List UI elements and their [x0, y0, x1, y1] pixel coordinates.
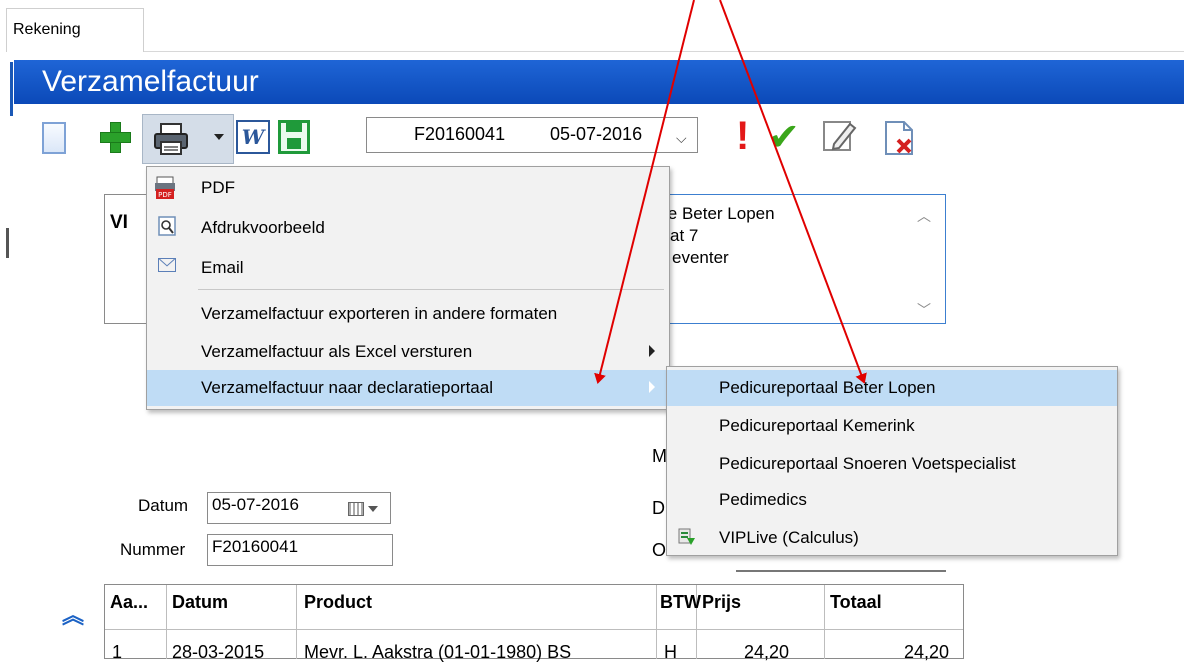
menu-item-afdrukvoorbeeld[interactable]: Afdrukvoorbeeld [147, 210, 669, 246]
alert-button[interactable]: ! [736, 114, 749, 158]
calendar-dropdown-arrow[interactable] [368, 506, 378, 512]
annotation-arrow-submenu [719, 0, 867, 384]
submenu-item-viplive[interactable]: VIPLive (Calculus) [667, 520, 1117, 556]
number-field-value: F20160041 [212, 537, 299, 556]
invoice-select-date: 05-07-2016 [550, 124, 643, 144]
submenu-item-label: Pedicureportaal Snoeren Voetspecialist [719, 454, 1016, 473]
menu-item-declaratieportaal[interactable]: Verzamelfactuur naar declaratieportaal [147, 370, 669, 406]
scroll-down-icon[interactable]: ﹀ [917, 300, 931, 320]
print-preview-icon [158, 216, 176, 236]
address-prefix: VI [110, 212, 128, 233]
email-icon [158, 258, 176, 272]
submenu-item-label: VIPLive (Calculus) [719, 528, 859, 547]
submenu-arrow-icon [649, 381, 655, 393]
table-cell[interactable]: 24,20 [904, 642, 949, 663]
collapse-icon[interactable]: ︽ [62, 598, 84, 630]
table-cell[interactable]: 24,20 [744, 642, 789, 663]
submenu-item-label: Pedimedics [719, 490, 807, 509]
column-header-btw[interactable]: BTW [660, 592, 701, 613]
table-cell[interactable]: H [664, 642, 677, 663]
menu-item-label: Email [201, 258, 244, 277]
save-button[interactable] [278, 120, 310, 154]
column-header-prijs[interactable]: Prijs [702, 592, 741, 613]
date-label: Datum [138, 496, 189, 515]
column-divider [166, 585, 167, 659]
viplive-icon [678, 528, 695, 545]
chevron-down-icon[interactable]: ⌵ [676, 130, 687, 147]
tab-rekening[interactable]: Rekening [6, 8, 144, 52]
submenu-item-kemerink[interactable]: Pedicureportaal Kemerink [667, 408, 1117, 444]
partial-label-d: D [652, 498, 665, 518]
column-header-product[interactable]: Product [304, 592, 372, 613]
submenu-item-label: Pedicureportaal Beter Lopen [719, 378, 936, 397]
submenu-item-pedimedics[interactable]: Pedimedics [667, 482, 1117, 518]
table-cell[interactable]: 28-03-2015 [172, 642, 264, 663]
partial-label-o: O [652, 540, 667, 560]
tab-rekening-label: Rekening [13, 21, 81, 38]
address-line: eventer [672, 248, 729, 267]
address-line: at 7 [670, 226, 699, 245]
table-cell[interactable]: Mevr. L. Aakstra (01-01-1980) BS [304, 642, 571, 663]
word-export-button[interactable]: W [236, 120, 270, 154]
address-line: ie Beter Lopen [664, 204, 775, 223]
number-field[interactable]: F20160041 [207, 534, 393, 566]
submenu-arrow-icon [649, 345, 655, 357]
menu-item-label: Afdrukvoorbeeld [201, 218, 325, 237]
delete-document-icon[interactable] [880, 118, 920, 158]
new-document-button[interactable] [42, 122, 66, 154]
print-dropdown-arrow[interactable] [214, 134, 224, 140]
calendar-icon[interactable] [348, 502, 364, 516]
submenu-item-snoeren[interactable]: Pedicureportaal Snoeren Voetspecialist [667, 446, 1117, 482]
printer-icon[interactable] [152, 122, 192, 156]
menu-item-label: Verzamelfactuur als Excel versturen [201, 342, 473, 361]
invoice-select-number: F20160041 [414, 124, 506, 144]
add-button[interactable] [98, 120, 132, 154]
left-splitter[interactable] [6, 228, 9, 258]
column-header-aantal[interactable]: Aa... [110, 592, 148, 613]
partial-label-m: M [652, 446, 667, 466]
menu-item-pdf[interactable]: PDF [147, 170, 669, 206]
column-header-datum[interactable]: Datum [172, 592, 228, 613]
tab-strip [0, 0, 1184, 52]
table-cell[interactable]: 1 [112, 642, 122, 663]
menu-item-export-formats[interactable]: Verzamelfactuur exporteren in andere for… [147, 296, 669, 332]
menu-item-label: Verzamelfactuur naar declaratieportaal [201, 378, 493, 397]
number-label: Nummer [120, 540, 186, 559]
column-divider [824, 585, 825, 659]
header-divider [105, 629, 963, 630]
submenu-item-label: Pedicureportaal Kemerink [719, 416, 915, 435]
menu-item-label: Verzamelfactuur exporteren in andere for… [201, 304, 558, 323]
tab-divider [144, 51, 1184, 52]
menu-item-label: PDF [201, 178, 235, 197]
scroll-up-icon[interactable]: ︿ [917, 206, 931, 226]
menu-item-email[interactable]: Email [147, 250, 669, 286]
page-title: Verzamelfactuur [42, 65, 259, 98]
submenu-item-beter-lopen[interactable]: Pedicureportaal Beter Lopen [667, 370, 1117, 406]
edit-icon[interactable] [820, 116, 860, 156]
approve-button[interactable]: ✔ [768, 118, 800, 158]
menu-item-excel[interactable]: Verzamelfactuur als Excel versturen [147, 334, 669, 370]
date-field-value: 05-07-2016 [212, 495, 299, 514]
column-divider [656, 585, 657, 659]
left-accent-bar [10, 62, 13, 116]
svg-text:PDF: PDF [158, 191, 172, 199]
pdf-icon: PDF [155, 176, 175, 199]
column-header-totaal[interactable]: Totaal [830, 592, 882, 613]
menu-separator [198, 289, 664, 290]
column-divider [296, 585, 297, 659]
